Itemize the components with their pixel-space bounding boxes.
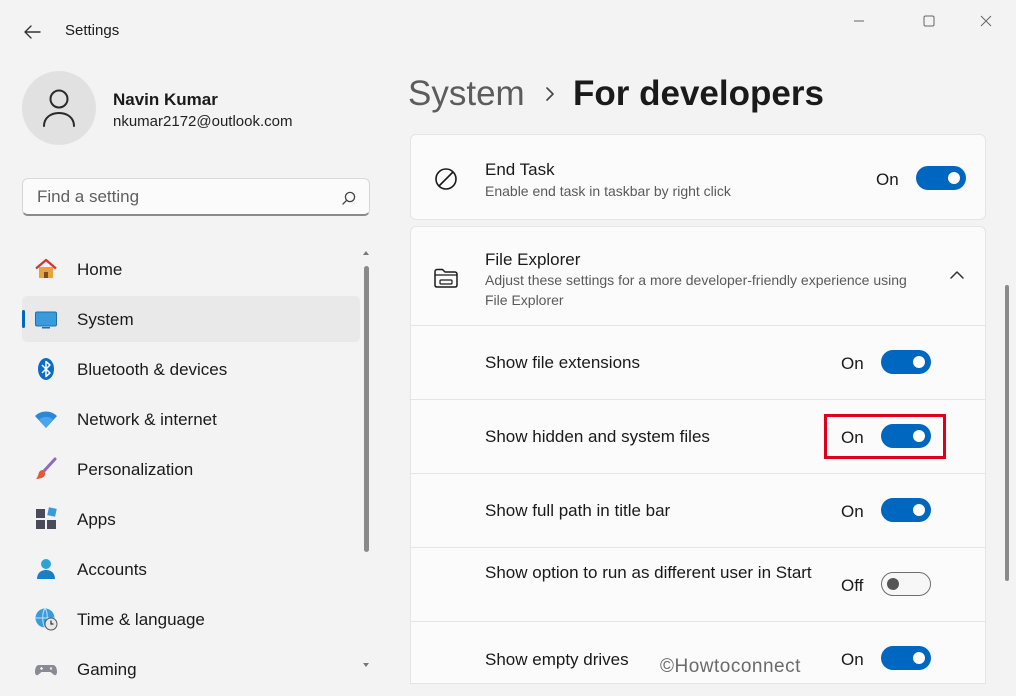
- sidebar-item-bluetooth[interactable]: Bluetooth & devices: [22, 346, 360, 392]
- sidebar-item-label: Home: [77, 260, 123, 279]
- end-task-state: On: [876, 170, 899, 189]
- prohibited-icon: [435, 168, 457, 190]
- system-monitor-icon: [35, 311, 57, 329]
- minimize-button[interactable]: [848, 10, 870, 32]
- toggle-knob: [913, 504, 925, 516]
- toggle-knob: [887, 578, 899, 590]
- option-label: Show file extensions: [485, 353, 640, 372]
- globe-clock-icon: [35, 608, 58, 631]
- content-scrollbar[interactable]: [1000, 140, 1014, 680]
- sidebar-item-label: System: [77, 310, 134, 329]
- end-task-toggle[interactable]: [916, 166, 966, 190]
- sidebar-scrollbar-thumb[interactable]: [364, 266, 369, 552]
- app-title: Settings: [65, 22, 120, 39]
- search-input[interactable]: [35, 186, 329, 208]
- sidebar-item-label: Network & internet: [77, 410, 217, 429]
- show-file-extensions-toggle[interactable]: [881, 350, 931, 374]
- user-email: nkumar2172@outlook.com: [113, 113, 293, 130]
- close-icon: [980, 15, 992, 27]
- option-label: Show empty drives: [485, 650, 629, 669]
- breadcrumb-parent[interactable]: System: [408, 74, 525, 113]
- scroll-down-icon[interactable]: [360, 660, 372, 670]
- scroll-up-icon[interactable]: [360, 248, 372, 258]
- file-explorer-description: Adjust these settings for a more develop…: [485, 272, 907, 308]
- maximize-icon: [923, 15, 935, 27]
- option-label: Show hidden and system files: [485, 427, 710, 446]
- toggle-knob: [913, 356, 925, 368]
- wifi-icon: [35, 411, 57, 428]
- sidebar-item-label: Personalization: [77, 460, 194, 479]
- home-icon: [35, 258, 57, 278]
- option-label: Show full path in title bar: [485, 501, 671, 520]
- minimize-icon: [854, 20, 864, 22]
- option-state: On: [841, 502, 864, 521]
- page-title: For developers: [573, 74, 824, 113]
- sidebar-item-label: Gaming: [77, 660, 137, 679]
- sidebar-item-apps[interactable]: Apps: [22, 496, 360, 542]
- toggle-knob: [913, 652, 925, 664]
- end-task-title: End Task: [485, 160, 555, 179]
- sidebar-item-gaming[interactable]: Gaming: [22, 646, 360, 692]
- search-box[interactable]: [22, 178, 370, 216]
- show-full-path-toggle[interactable]: [881, 498, 931, 522]
- sidebar-item-label: Accounts: [77, 560, 147, 579]
- end-task-card: End Task Enable end task in taskbar by r…: [410, 134, 986, 220]
- option-state: On: [841, 354, 864, 373]
- end-task-description: Enable end task in taskbar by right clic…: [485, 183, 731, 199]
- sidebar-item-system[interactable]: System: [22, 296, 360, 342]
- option-show-full-path: Show full path in title bar On: [410, 474, 986, 548]
- sidebar-item-accounts[interactable]: Accounts: [22, 546, 360, 592]
- settings-window: Settings Navin Kumar nkumar2172@outlook.…: [0, 0, 1016, 684]
- sidebar-item-label: Apps: [77, 510, 116, 529]
- close-button[interactable]: [975, 10, 997, 32]
- sidebar-nav: Home System Bluetooth & devices Network: [22, 246, 360, 696]
- sidebar-item-time-language[interactable]: Time & language: [22, 596, 360, 642]
- sidebar-item-label: Time & language: [77, 610, 205, 629]
- account-icon: [37, 559, 55, 579]
- sidebar-item-home[interactable]: Home: [22, 246, 360, 292]
- chevron-up-icon[interactable]: [947, 268, 967, 282]
- watermark: ©Howtoconnect: [660, 656, 801, 677]
- back-button[interactable]: [20, 20, 44, 44]
- gamepad-icon: [35, 665, 57, 676]
- show-empty-drives-toggle[interactable]: [881, 646, 931, 670]
- file-explorer-title: File Explorer: [485, 250, 581, 269]
- run-as-different-user-toggle[interactable]: [881, 572, 931, 596]
- option-state: On: [841, 650, 864, 669]
- bluetooth-icon: [38, 358, 54, 380]
- highlight-box: [824, 414, 946, 459]
- sidebar-item-label: Bluetooth & devices: [77, 360, 228, 379]
- toggle-knob: [948, 172, 960, 184]
- sidebar-scrollbar[interactable]: [360, 248, 372, 674]
- maximize-button[interactable]: [918, 10, 940, 32]
- option-label: Show option to run as different user in …: [485, 563, 812, 582]
- paintbrush-icon: [36, 457, 57, 479]
- folder-icon: [434, 268, 458, 288]
- option-show-file-extensions: Show file extensions On: [410, 326, 986, 400]
- active-indicator: [22, 310, 25, 328]
- sidebar-item-network[interactable]: Network & internet: [22, 396, 360, 442]
- avatar[interactable]: [22, 71, 96, 145]
- user-name: Navin Kumar: [113, 90, 218, 109]
- apps-icon: [36, 507, 57, 529]
- search-icon[interactable]: [341, 190, 357, 206]
- breadcrumb: System For developers: [408, 74, 824, 114]
- back-arrow-icon: [24, 25, 41, 39]
- file-explorer-card[interactable]: File Explorer Adjust these settings for …: [410, 226, 986, 326]
- option-run-as-different-user: Show option to run as different user in …: [410, 548, 986, 622]
- title-bar: Settings: [0, 0, 1016, 62]
- content-scrollbar-thumb[interactable]: [1005, 285, 1009, 581]
- option-state: Off: [841, 576, 864, 595]
- chevron-right-icon: [546, 87, 554, 101]
- user-icon: [43, 89, 75, 127]
- sidebar-item-personalization[interactable]: Personalization: [22, 446, 360, 492]
